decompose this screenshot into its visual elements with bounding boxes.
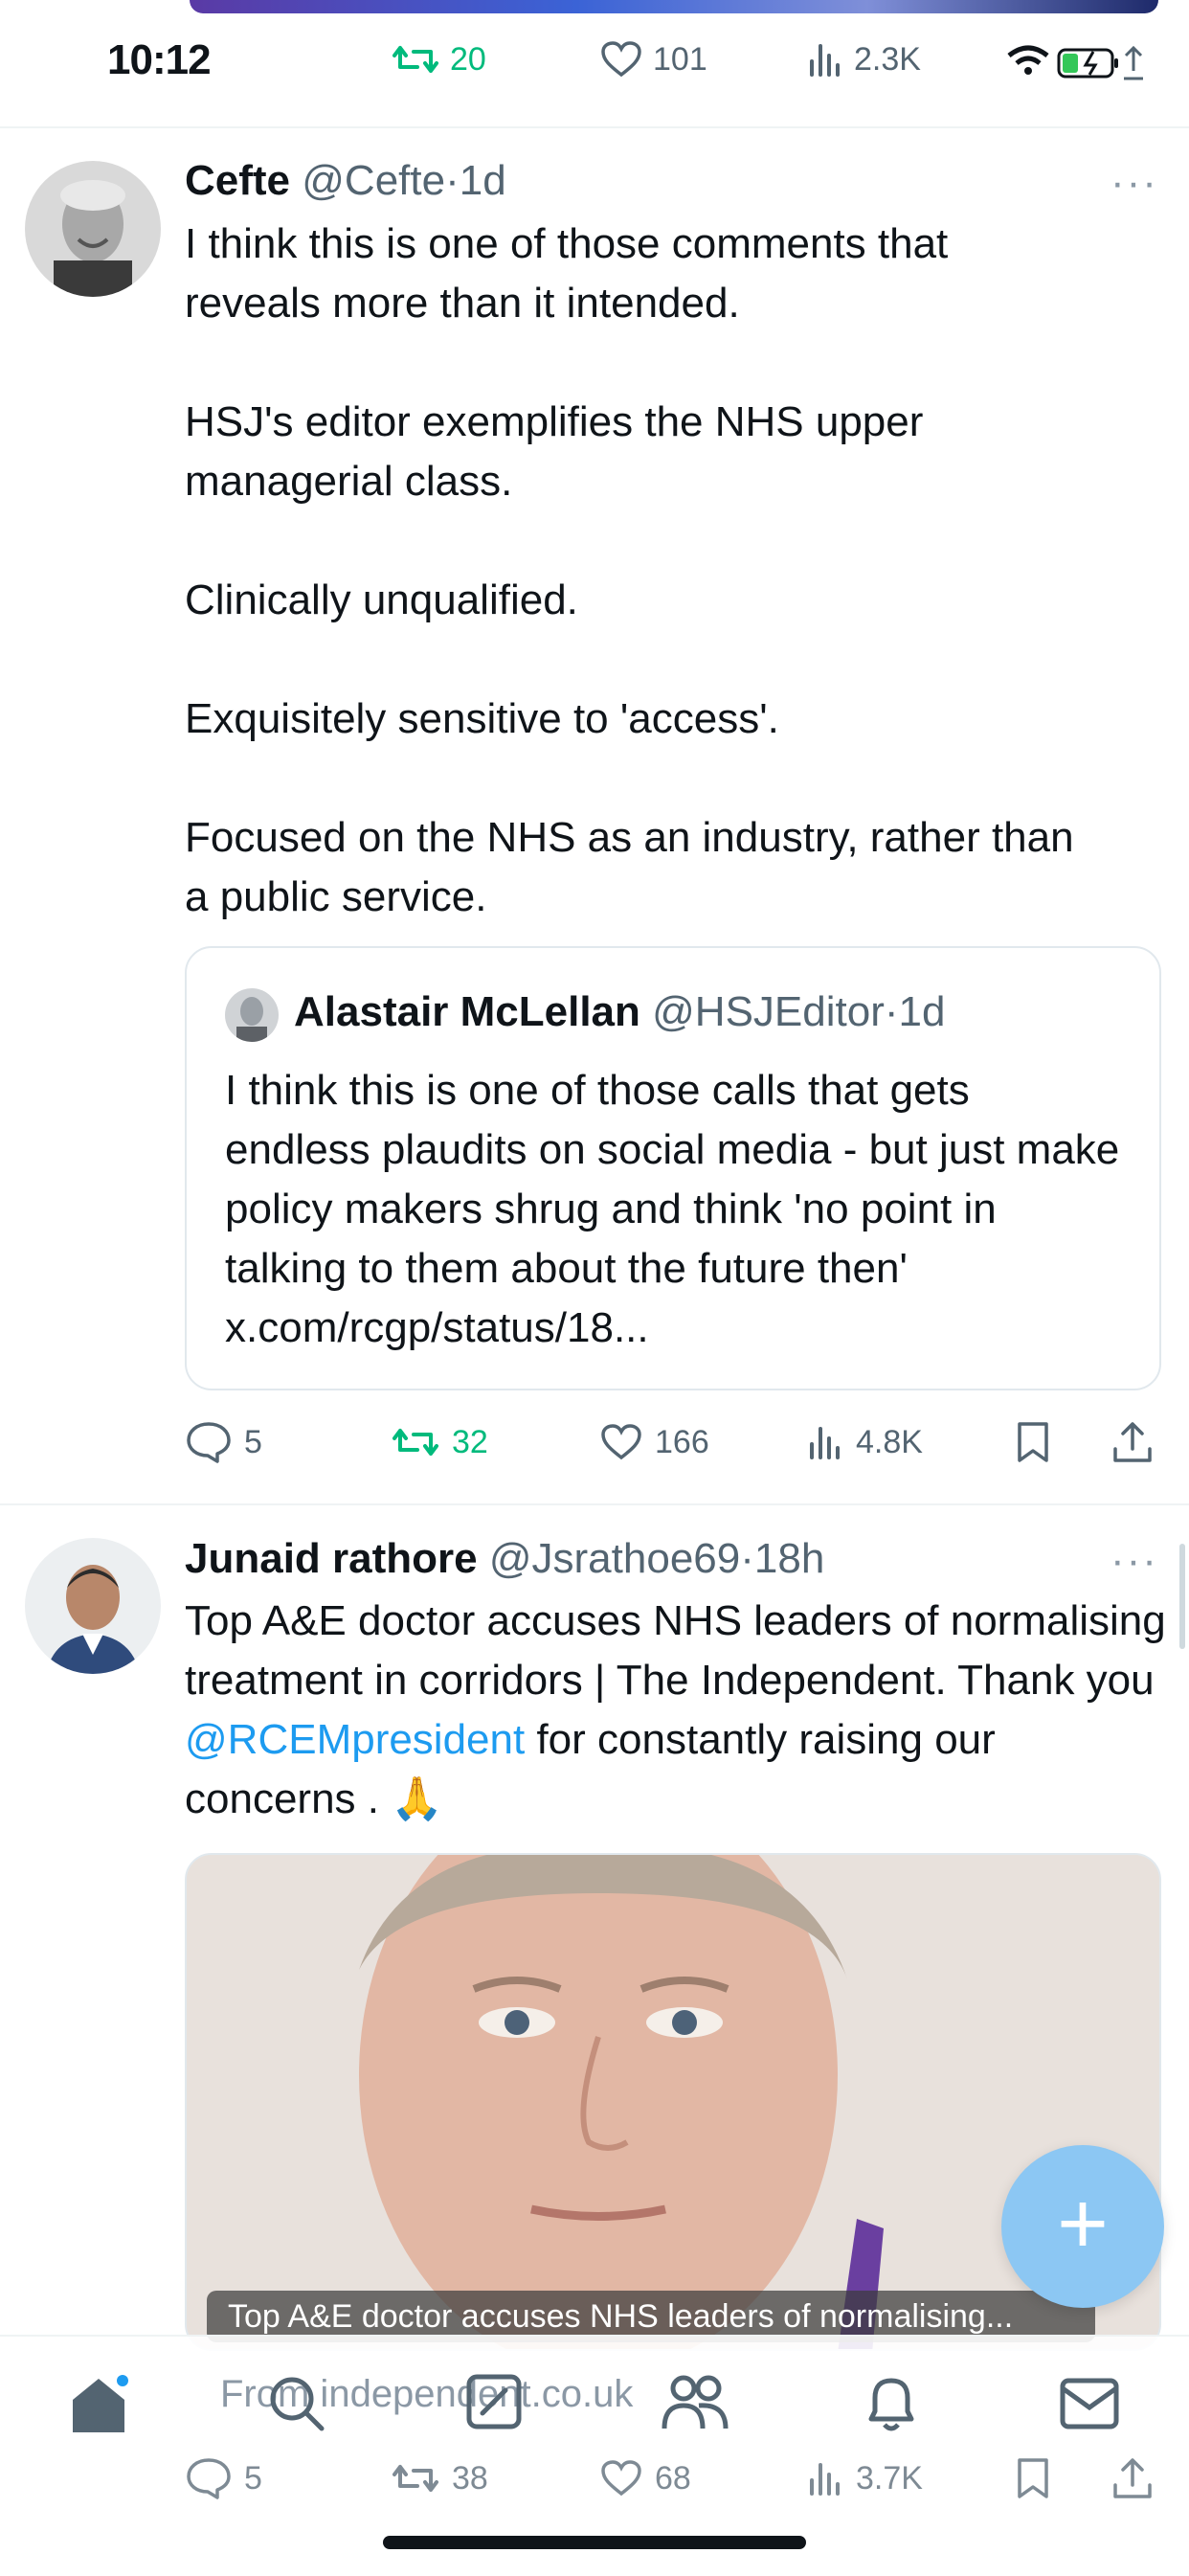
- retweet-icon: [391, 1423, 440, 1461]
- reply-icon: [185, 1420, 233, 1464]
- views-button[interactable]: 4.8K: [806, 1423, 923, 1461]
- quote-header: Alastair McLellan @HSJEditor·1d: [294, 988, 945, 1036]
- quote-handle: @HSJEditor: [652, 988, 885, 1035]
- tweet-text: I think this is one of those comments th…: [185, 220, 1074, 920]
- messages-icon: [1059, 2377, 1120, 2430]
- separator: ·: [884, 988, 899, 1035]
- tweet-age: 1d: [459, 157, 506, 204]
- tweet-text-part1: Top A&E doctor accuses NHS leaders of no…: [185, 1597, 1166, 1704]
- prev-like-button[interactable]: 101: [599, 40, 707, 79]
- mention-link[interactable]: @RCEMpresident: [185, 1716, 525, 1763]
- tweet2-actions: 5 38 68 3.7K: [185, 2450, 1171, 2507]
- home-indicator[interactable]: [383, 2536, 806, 2549]
- user-handle[interactable]: @Jsrathoe69: [489, 1535, 740, 1582]
- reply-icon: [185, 2456, 233, 2500]
- previous-media-strip: [190, 0, 1158, 13]
- separator: ·: [445, 157, 460, 204]
- compose-tweet-button[interactable]: +: [1001, 2145, 1164, 2308]
- heart-icon: [599, 2459, 643, 2497]
- status-icons: [1005, 42, 1149, 84]
- folded-hands-emoji: 🙏: [391, 1775, 444, 1822]
- avatar[interactable]: [25, 1538, 161, 1674]
- retweet-count: 32: [452, 1423, 488, 1460]
- display-name[interactable]: Cefte: [185, 157, 290, 204]
- avatar[interactable]: [25, 161, 161, 297]
- prev-retweet-button[interactable]: 20: [391, 40, 486, 79]
- like-button[interactable]: 68: [599, 2459, 691, 2497]
- status-time: 10:12: [107, 36, 212, 83]
- prev-views-button[interactable]: 2.3K: [806, 40, 921, 79]
- retweet-icon: [391, 2459, 440, 2497]
- more-options-icon[interactable]: ···: [1110, 159, 1158, 207]
- grok-tab[interactable]: [465, 2373, 523, 2430]
- views-icon: [806, 2459, 844, 2497]
- bookmark-button[interactable]: [1014, 2456, 1052, 2500]
- quote-display-name: Alastair McLellan: [294, 988, 640, 1035]
- bookmark-icon: [1014, 2456, 1052, 2500]
- share-icon: [1111, 2456, 1154, 2500]
- quote-age: 1d: [898, 988, 946, 1035]
- communities-icon: [661, 2373, 729, 2432]
- divider: [0, 1503, 1189, 1505]
- prev-like-count: 101: [653, 40, 707, 78]
- like-button[interactable]: 166: [599, 1423, 709, 1461]
- share-button[interactable]: [1111, 1420, 1154, 1464]
- retweet-count: 38: [452, 2459, 488, 2497]
- bookmark-icon: [1014, 1420, 1052, 1464]
- share-icon: [1111, 1420, 1154, 1464]
- views-button[interactable]: 3.7K: [806, 2459, 923, 2497]
- communities-tab[interactable]: [661, 2373, 729, 2432]
- views-count: 4.8K: [856, 1423, 923, 1460]
- like-count: 68: [655, 2459, 691, 2497]
- reply-button[interactable]: 5: [185, 1420, 262, 1464]
- home-icon: [67, 2375, 130, 2434]
- reply-count: 5: [244, 2459, 262, 2497]
- messages-tab[interactable]: [1059, 2377, 1120, 2430]
- media-card-image[interactable]: [185, 1853, 1161, 2351]
- search-icon: [266, 2373, 327, 2434]
- bookmark-button[interactable]: [1014, 1420, 1052, 1464]
- views-count: 3.7K: [856, 2459, 923, 2497]
- tweet1-actions: 5 32 166 4.8K: [185, 1413, 1171, 1471]
- heart-icon: [599, 40, 643, 79]
- quote-text: I think this is one of those calls that …: [225, 1067, 1120, 1351]
- reply-count: 5: [244, 1423, 262, 1460]
- like-count: 166: [655, 1423, 709, 1460]
- tweet-text: Top A&E doctor accuses NHS leaders of no…: [185, 1592, 1171, 1829]
- plus-icon: +: [1057, 2175, 1109, 2272]
- tweet2-header: Junaid rathore @Jsrathoe69·18h: [185, 1535, 824, 1583]
- retweet-button[interactable]: 32: [391, 1423, 488, 1461]
- display-name[interactable]: Junaid rathore: [185, 1535, 478, 1582]
- views-icon: [806, 1423, 844, 1461]
- retweet-button[interactable]: 38: [391, 2459, 488, 2497]
- separator: ·: [740, 1535, 754, 1582]
- prev-retweet-count: 20: [450, 40, 486, 78]
- search-tab[interactable]: [266, 2373, 327, 2434]
- notifications-tab[interactable]: [862, 2373, 921, 2434]
- quoted-tweet[interactable]: Alastair McLellan @HSJEditor·1d I think …: [185, 946, 1161, 1390]
- quote-avatar: [225, 988, 279, 1042]
- tweet-age: 18h: [753, 1535, 825, 1582]
- grok-icon: [465, 2373, 523, 2430]
- heart-icon: [599, 1423, 643, 1461]
- notifications-icon: [862, 2373, 921, 2434]
- retweet-icon: [391, 40, 440, 79]
- divider: [0, 126, 1189, 128]
- views-icon: [806, 40, 844, 79]
- scrollbar[interactable]: [1179, 1544, 1185, 1649]
- prev-views-count: 2.3K: [854, 40, 921, 78]
- reply-button[interactable]: 5: [185, 2456, 262, 2500]
- more-options-icon[interactable]: ···: [1110, 1537, 1158, 1585]
- share-button[interactable]: [1111, 2456, 1154, 2500]
- user-handle[interactable]: @Cefte: [302, 157, 445, 204]
- tweet1-header: Cefte @Cefte·1d: [185, 157, 506, 205]
- home-tab[interactable]: [67, 2375, 130, 2434]
